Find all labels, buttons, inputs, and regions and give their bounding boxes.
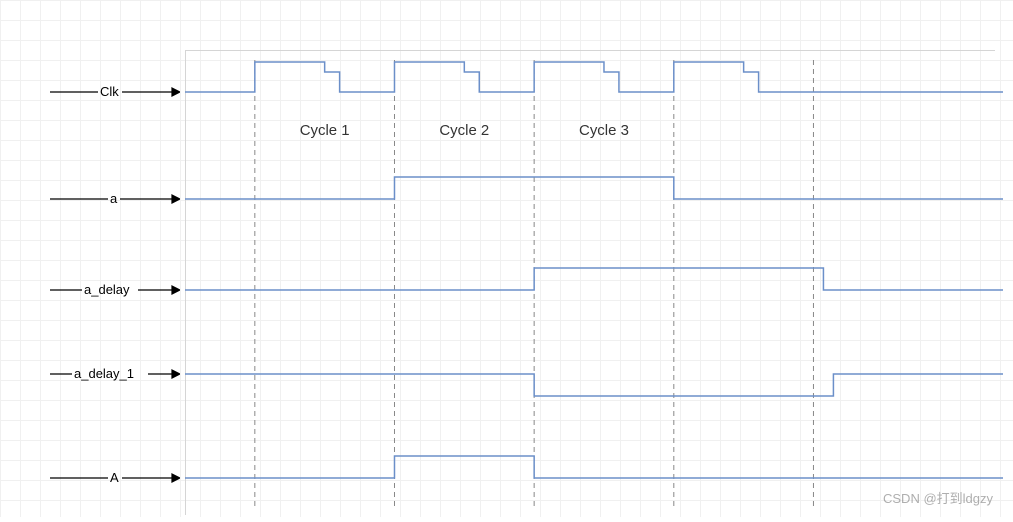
- label-text-A: A: [110, 470, 119, 485]
- arrow-a-delay-1: a_delay_1: [50, 366, 180, 382]
- label-text-a: a: [110, 191, 118, 206]
- wave-a: [185, 177, 1003, 199]
- wave-clk: [185, 62, 1003, 92]
- wave-a-delay-1: [185, 374, 1003, 396]
- label-a-delay-1: a_delay_1: [50, 366, 180, 382]
- label-text-a-delay-1: a_delay_1: [74, 366, 134, 381]
- label-a-delay: a_delay: [50, 282, 180, 298]
- label-text-clk: Clk: [100, 84, 119, 99]
- label-a: a: [50, 191, 180, 207]
- arrow-a: a: [50, 191, 180, 207]
- arrow-a-delay: a_delay: [50, 282, 180, 298]
- waveform-area: Cycle 1 Cycle 2 Cycle 3: [185, 0, 1003, 517]
- waveform-svg: Cycle 1 Cycle 2 Cycle 3: [185, 0, 1003, 517]
- watermark: CSDN @打到ldgzy: [883, 488, 993, 507]
- wave-A: [185, 456, 1003, 478]
- label-A: A: [50, 470, 180, 486]
- diagram-container: Clk a a_delay a_delay_1: [0, 0, 1013, 517]
- cycle-label-2: Cycle 2: [439, 122, 489, 139]
- cycle-label-1: Cycle 1: [300, 122, 350, 139]
- arrow-clk: Clk: [50, 84, 180, 100]
- wave-a-delay: [185, 268, 1003, 290]
- arrow-A: A: [50, 470, 180, 486]
- cycle-label-3: Cycle 3: [579, 122, 629, 139]
- label-text-a-delay: a_delay: [84, 282, 130, 297]
- label-clk: Clk: [50, 84, 180, 100]
